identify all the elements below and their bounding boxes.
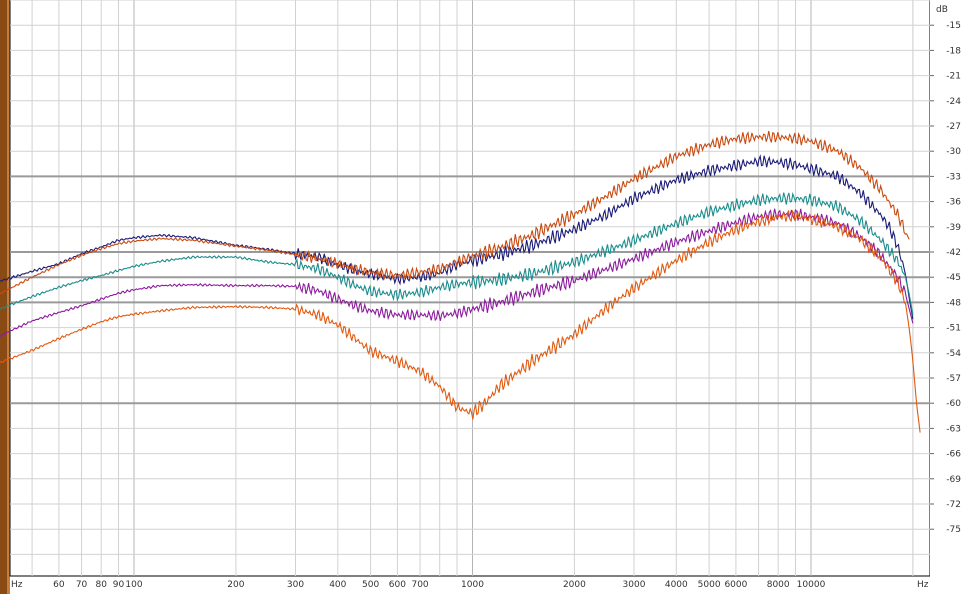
y-tick-label: -57 — [946, 374, 961, 384]
y-tick-label: -45 — [946, 273, 961, 283]
x-tick-label: 3000 — [623, 580, 646, 590]
spectrum-analyzer: 60 70 80 90 100 200 300 400 500 600 700 1000 2000 300… — [0, 0, 965, 594]
y-tick-label: -15 — [946, 21, 961, 31]
x-tick-label: 90 — [113, 580, 125, 590]
frequency-response-chart: 60 70 80 90 100 200 300 400 500 600 700 1000 2000 300… — [0, 0, 965, 594]
x-tick-label: 2000 — [563, 580, 586, 590]
y-tick-label: -42 — [946, 248, 961, 258]
x-tick-label: 1000 — [461, 580, 484, 590]
x-axis-unit-left: Hz — [11, 580, 23, 590]
x-tick-label: 60 — [53, 580, 65, 590]
y-tick-label: -27 — [946, 122, 961, 132]
y-tick-label: -75 — [946, 525, 961, 535]
left-window-border — [0, 0, 7, 594]
x-tick-label: 700 — [411, 580, 428, 590]
x-tick-label: 300 — [287, 580, 304, 590]
x-tick-label: 600 — [389, 580, 406, 590]
y-tick-label: -21 — [946, 72, 961, 82]
y-tick-label: -72 — [946, 500, 961, 510]
x-tick-label: 6000 — [724, 580, 747, 590]
y-tick-label: -60 — [946, 399, 961, 409]
x-tick-label: 5000 — [698, 580, 721, 590]
x-tick-label: 80 — [95, 580, 107, 590]
plot-area — [9, 0, 931, 577]
y-tick-label: -30 — [946, 147, 961, 157]
x-tick-label: 400 — [329, 580, 346, 590]
y-tick-label: -54 — [946, 349, 961, 359]
x-tick-label: 4000 — [665, 580, 688, 590]
y-tick-label: -48 — [946, 298, 961, 308]
x-tick-label: 70 — [76, 580, 88, 590]
y-tick-label: -51 — [946, 324, 961, 334]
x-tick-label: 100 — [125, 580, 142, 590]
y-tick-label: -24 — [946, 97, 961, 107]
y-tick-label: -66 — [946, 450, 961, 460]
y-tick-label: -69 — [946, 475, 961, 485]
y-tick-label: -36 — [946, 198, 961, 208]
x-tick-label: 200 — [227, 580, 244, 590]
x-axis-unit-right: Hz — [917, 580, 929, 590]
y-tick-label: -33 — [946, 172, 961, 182]
y-tick-label: -63 — [946, 424, 961, 434]
y-tick-label: -39 — [946, 223, 961, 233]
x-tick-label: 10000 — [797, 580, 826, 590]
x-axis-ticks: 60 70 80 90 100 200 300 400 500 600 700 1000 2000 300… — [53, 580, 825, 590]
x-tick-label: 500 — [362, 580, 379, 590]
x-tick-label: 8000 — [767, 580, 790, 590]
y-axis-unit: dB — [936, 5, 948, 15]
y-tick-label: -18 — [946, 46, 961, 56]
